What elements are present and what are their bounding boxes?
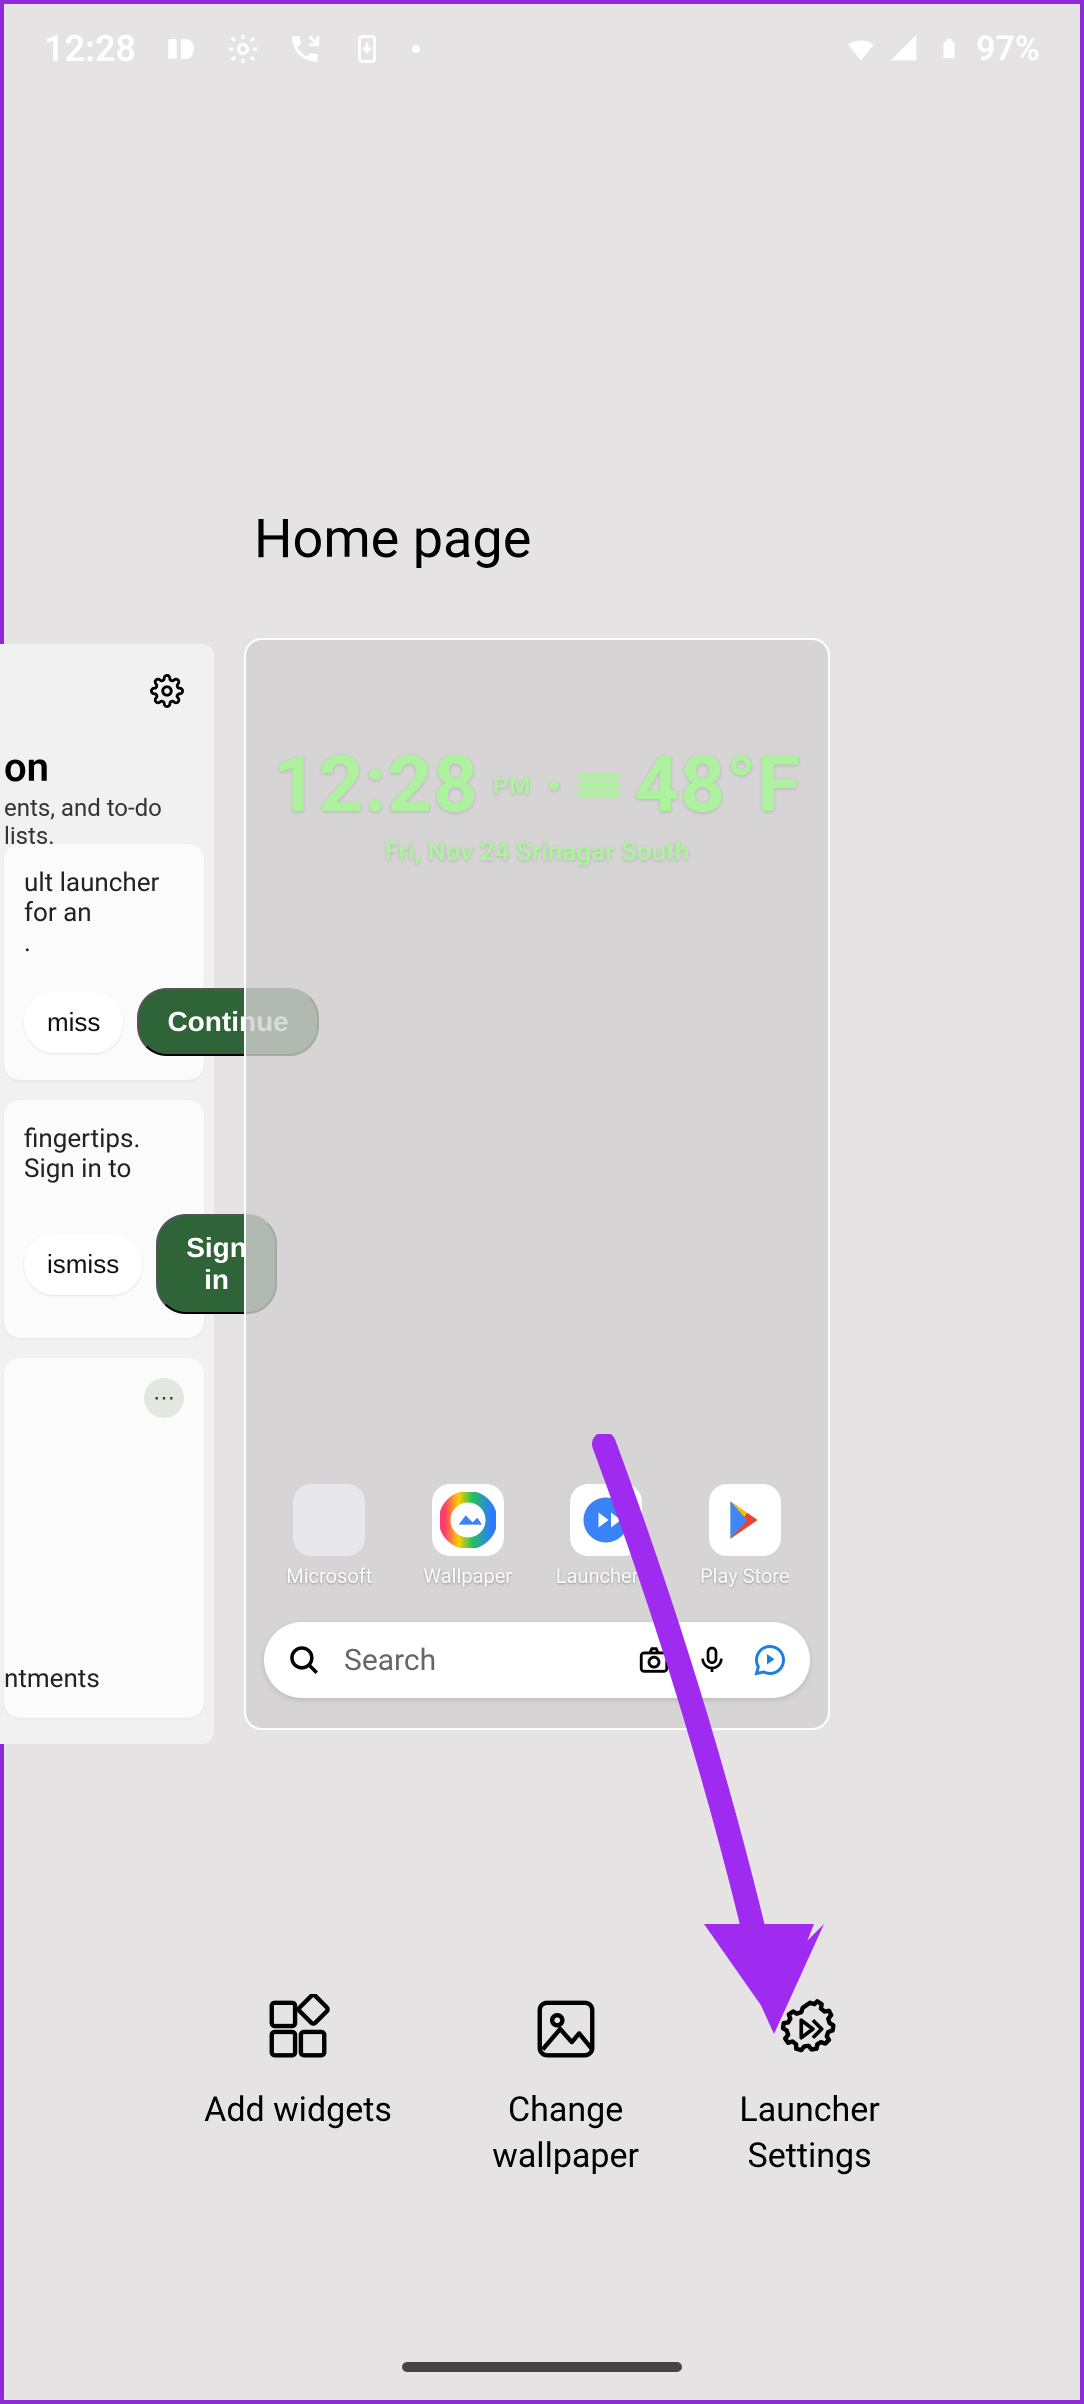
action-label: Launcher Settings xyxy=(739,2088,879,2180)
change-wallpaper-button[interactable]: Change wallpaper xyxy=(492,1994,639,2180)
feed-card-signin: fingertips. Sign in to ismiss Sign in xyxy=(4,1100,204,1338)
card-text: ntments xyxy=(4,1664,100,1694)
mic-icon[interactable] xyxy=(694,1642,730,1678)
bing-chat-icon[interactable] xyxy=(752,1642,788,1678)
dismiss-button[interactable]: miss xyxy=(24,992,123,1053)
status-left: 12:28 xyxy=(44,28,420,70)
app-microsoft-folder[interactable]: Microsoft xyxy=(269,1484,389,1588)
play-store-icon xyxy=(709,1484,781,1556)
feed-subtitle: ents, and to-do lists. xyxy=(4,794,214,850)
status-clock: 12:28 xyxy=(44,28,136,70)
weather-fog-icon xyxy=(578,773,620,798)
app-label: Microsoft xyxy=(286,1564,372,1588)
app-dock: Microsoft Wallpaper Launcher … Play Stor… xyxy=(246,1484,828,1588)
widget-time: 12:28 xyxy=(273,740,479,831)
card-text: fingertips. Sign in to xyxy=(24,1124,184,1184)
widget-date-location: Fri, Nov 24 Srinagar South xyxy=(246,837,828,867)
feed-panel[interactable]: on ents, and to-do lists. ult launcher f… xyxy=(0,644,214,1744)
app-launcher[interactable]: Launcher … xyxy=(546,1484,666,1588)
navigation-handle[interactable] xyxy=(402,2362,682,2372)
search-placeholder: Search xyxy=(344,1643,614,1678)
feed-title: on xyxy=(4,744,49,791)
status-right: 97% xyxy=(844,29,1040,69)
app-label: Launcher … xyxy=(556,1564,657,1588)
home-screen-preview[interactable]: 12:28 PM · 48°F Fri, Nov 24 Srinagar Sout… xyxy=(244,638,830,1730)
wallpaper-icon xyxy=(531,1994,601,2064)
id-icon xyxy=(164,32,198,66)
dismiss-button[interactable]: ismiss xyxy=(24,1234,142,1295)
widgets-icon xyxy=(263,1994,333,2064)
card-text: ult launcher for an xyxy=(24,868,184,928)
folder-icon xyxy=(293,1484,365,1556)
gear-icon xyxy=(226,32,260,66)
more-icon[interactable]: ⋯ xyxy=(144,1378,184,1418)
clock-weather-widget[interactable]: 12:28 PM · 48°F Fri, Nov 24 Srinagar Sout… xyxy=(246,740,828,867)
phone-incoming-icon xyxy=(288,32,322,66)
app-label: Wallpaper xyxy=(423,1564,512,1588)
battery-text: 97% xyxy=(976,29,1040,69)
signal-icon xyxy=(888,32,922,66)
status-bar: 12:28 97% xyxy=(4,4,1080,94)
launcher-settings-icon xyxy=(775,1994,845,2064)
app-label: Play Store xyxy=(700,1564,789,1588)
widget-am-pm: PM xyxy=(493,772,531,800)
feed-card-default-launcher: ult launcher for an . miss Continue xyxy=(4,844,204,1080)
bottom-actions: Add widgets Change wallpaper Launcher Se… xyxy=(4,1994,1080,2180)
widget-temp: 48°F xyxy=(634,740,801,831)
launcher-settings-button[interactable]: Launcher Settings xyxy=(739,1994,879,2180)
search-icon xyxy=(286,1642,322,1678)
search-bar[interactable]: Search xyxy=(264,1622,810,1698)
camera-icon[interactable] xyxy=(636,1642,672,1678)
download-icon xyxy=(350,32,384,66)
battery-icon xyxy=(932,32,966,66)
launcher-app-icon xyxy=(570,1484,642,1556)
wallpaper-app-icon xyxy=(432,1484,504,1556)
action-label: Change wallpaper xyxy=(492,2088,639,2180)
wifi-icon xyxy=(844,32,878,66)
feed-settings-gear-icon[interactable] xyxy=(150,674,184,712)
feed-card-appointments: ⋯ ntments xyxy=(4,1358,204,1718)
add-widgets-button[interactable]: Add widgets xyxy=(204,1994,392,2180)
app-wallpaper[interactable]: Wallpaper xyxy=(408,1484,528,1588)
app-play-store[interactable]: Play Store xyxy=(685,1484,805,1588)
dot-icon xyxy=(412,45,420,53)
page-title: Home page xyxy=(254,508,531,571)
separator-dot: · xyxy=(545,750,564,821)
action-label: Add widgets xyxy=(204,2088,392,2134)
